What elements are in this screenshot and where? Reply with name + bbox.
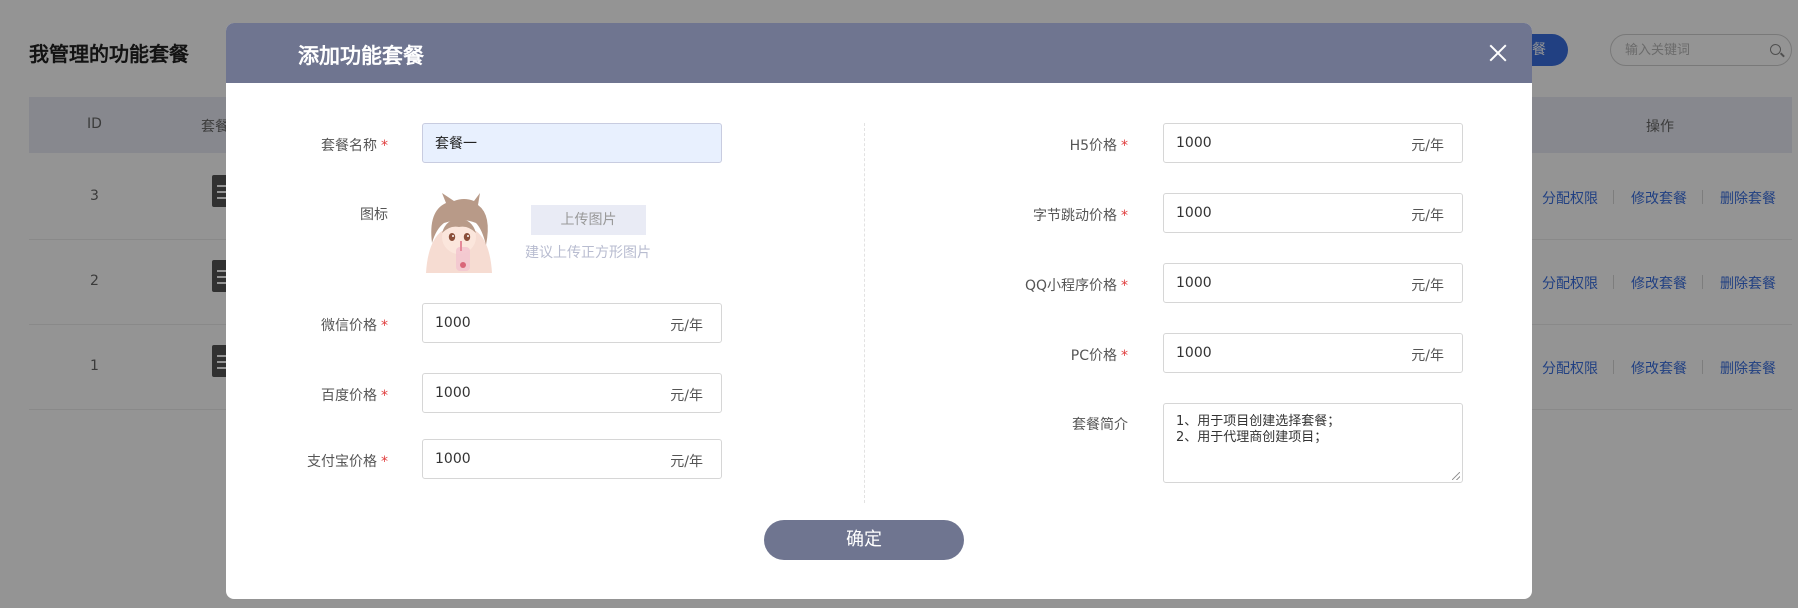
pc-price-input[interactable] bbox=[1164, 334, 1384, 372]
price-unit: 元/年 bbox=[670, 318, 703, 334]
price-unit: 元/年 bbox=[670, 388, 703, 404]
h5-price-field[interactable]: 元/年 bbox=[1163, 123, 1463, 163]
baidu-price-label: 百度价格 * bbox=[321, 388, 388, 404]
alipay-price-label: 支付宝价格 * bbox=[307, 454, 388, 470]
bytedance-price-label: 字节跳动价格 * bbox=[1033, 208, 1128, 224]
wechat-price-input[interactable] bbox=[423, 304, 643, 342]
price-unit: 元/年 bbox=[1411, 208, 1444, 224]
resize-handle[interactable] bbox=[1452, 472, 1460, 480]
wechat-price-label: 微信价格 * bbox=[321, 318, 388, 334]
alipay-price-input[interactable] bbox=[423, 440, 643, 478]
description-field[interactable]: 1、用于项目创建选择套餐； 2、用于代理商创建项目； bbox=[1163, 403, 1463, 483]
required-mark: * bbox=[1121, 138, 1128, 154]
pc-price-label: PC价格 * bbox=[1070, 348, 1128, 364]
icon-label: 图标 bbox=[360, 207, 388, 223]
bytedance-price-field[interactable]: 元/年 bbox=[1163, 193, 1463, 233]
column-divider bbox=[864, 123, 865, 503]
description-label: 套餐简介 bbox=[1072, 417, 1128, 433]
price-unit: 元/年 bbox=[1411, 278, 1444, 294]
bytedance-price-input[interactable] bbox=[1164, 194, 1384, 232]
required-mark: * bbox=[1121, 208, 1128, 224]
anime-avatar-icon bbox=[422, 193, 496, 273]
description-textarea[interactable]: 1、用于项目创建选择套餐； 2、用于代理商创建项目； bbox=[1164, 404, 1462, 482]
package-name-label: 套餐名称 * bbox=[321, 138, 388, 154]
required-mark: * bbox=[381, 454, 388, 470]
close-icon[interactable] bbox=[1488, 43, 1508, 63]
modal-title: 添加功能套餐 bbox=[298, 44, 424, 68]
qq-price-label: QQ小程序价格 * bbox=[1024, 278, 1128, 294]
alipay-price-field[interactable]: 元/年 bbox=[422, 439, 722, 479]
confirm-button[interactable]: 确定 bbox=[764, 520, 964, 560]
baidu-price-input[interactable] bbox=[423, 374, 643, 412]
required-mark: * bbox=[381, 318, 388, 334]
package-avatar-image bbox=[422, 193, 496, 273]
modal-header: 添加功能套餐 bbox=[226, 23, 1532, 83]
required-mark: * bbox=[381, 138, 388, 154]
required-mark: * bbox=[1121, 278, 1128, 294]
upload-image-button[interactable]: 上传图片 bbox=[531, 205, 646, 235]
package-name-field[interactable] bbox=[422, 123, 722, 163]
price-unit: 元/年 bbox=[670, 454, 703, 470]
upload-hint: 建议上传正方形图片 bbox=[525, 245, 651, 261]
h5-price-input[interactable] bbox=[1164, 124, 1384, 162]
add-package-modal: 添加功能套餐 套餐名称* 图标 上传图片 建议上传正方形图片 微信价格* bbox=[226, 23, 1532, 599]
baidu-price-field[interactable]: 元/年 bbox=[422, 373, 722, 413]
qq-price-field[interactable]: 元/年 bbox=[1163, 263, 1463, 303]
package-name-input[interactable] bbox=[423, 124, 713, 162]
qq-price-input[interactable] bbox=[1164, 264, 1384, 302]
h5-price-label: H5价格 * bbox=[1069, 138, 1128, 154]
price-unit: 元/年 bbox=[1411, 138, 1444, 154]
required-mark: * bbox=[381, 388, 388, 404]
wechat-price-field[interactable]: 元/年 bbox=[422, 303, 722, 343]
required-mark: * bbox=[1121, 348, 1128, 364]
price-unit: 元/年 bbox=[1411, 348, 1444, 364]
pc-price-field[interactable]: 元/年 bbox=[1163, 333, 1463, 373]
